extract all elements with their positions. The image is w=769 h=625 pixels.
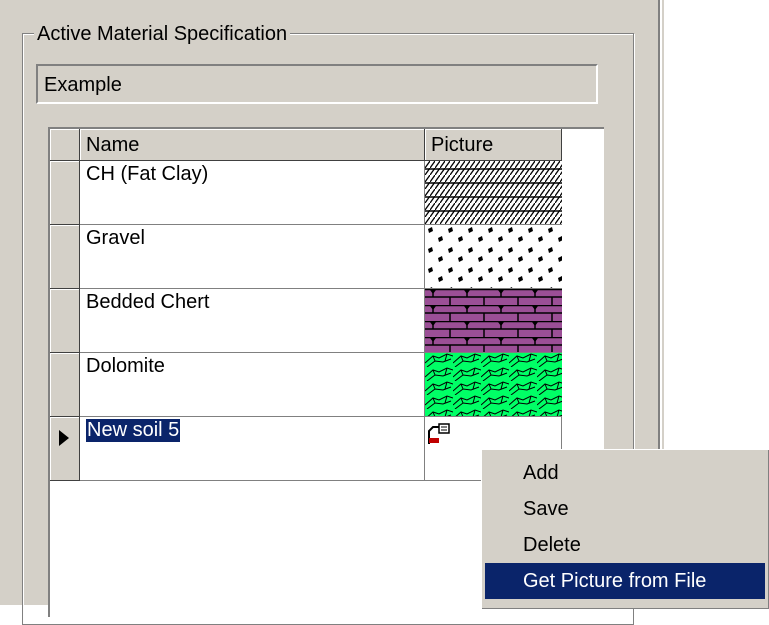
groupbox-title: Active Material Specification [34,22,291,46]
menu-item-add[interactable]: Add [485,455,765,491]
name-cell[interactable]: CH (Fat Clay) [80,161,425,225]
menu-item-get-picture[interactable]: Get Picture from File [485,563,765,599]
material-name: Gravel [86,227,145,249]
material-name: Dolomite [86,355,165,377]
material-name-selected[interactable]: New soil 5 [86,419,181,442]
row-selector-current[interactable] [50,417,80,481]
name-cell[interactable]: Gravel [80,225,425,289]
column-header-picture[interactable]: Picture [425,129,562,161]
picture-cell[interactable] [425,289,562,353]
context-menu: Add Save Delete Get Picture from File [481,449,769,609]
menu-item-save[interactable]: Save [485,491,765,527]
row-selector[interactable] [50,225,80,289]
picture-cell[interactable] [425,225,562,289]
spec-name-field[interactable]: Example [36,64,598,104]
paste-icon [428,423,450,444]
current-row-arrow-icon [59,430,69,446]
grid-empty-area [562,161,602,481]
picture-cell[interactable] [425,353,562,417]
gravel-dots-icon [425,225,562,288]
menu-item-delete[interactable]: Delete [485,527,765,563]
material-name: Bedded Chert [86,291,210,313]
diagonal-hatch-icon [425,161,562,224]
chert-brick-icon [425,289,562,352]
column-header-name[interactable]: Name [80,129,425,161]
picture-cell[interactable] [425,161,562,225]
grid-corner-header [50,129,80,161]
row-selector[interactable] [50,289,80,353]
material-name: CH (Fat Clay) [86,163,209,185]
dolomite-cells-icon [425,353,562,416]
name-cell[interactable]: Bedded Chert [80,289,425,353]
name-cell[interactable]: Dolomite [80,353,425,417]
row-selector[interactable] [50,353,80,417]
name-cell[interactable]: New soil 5 [80,417,425,481]
row-selector[interactable] [50,161,80,225]
